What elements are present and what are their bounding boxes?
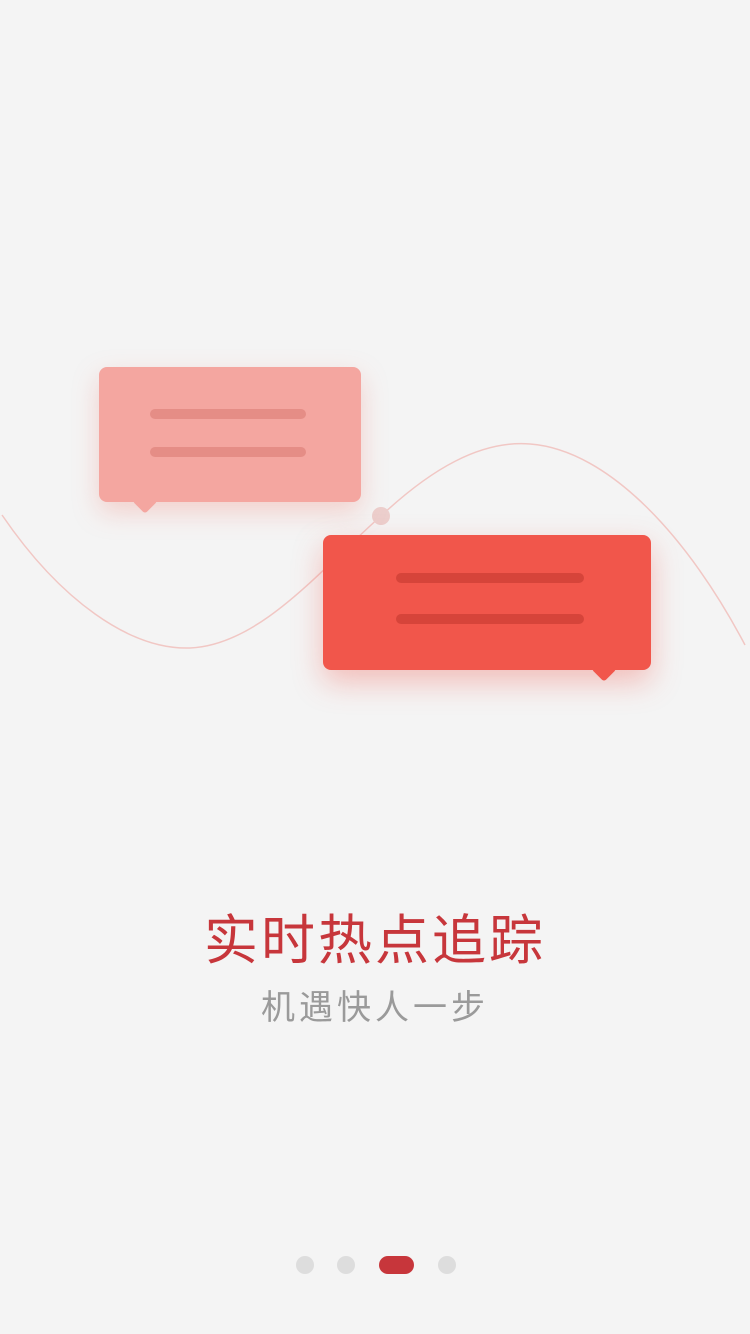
chat-bubble-dark	[323, 535, 651, 682]
chat-bubble-light	[99, 367, 361, 514]
onboarding-screen: 实时热点追踪 机遇快人一步	[0, 0, 750, 1334]
page-indicator	[0, 1256, 750, 1274]
text-line-placeholder	[396, 614, 584, 624]
onboarding-title: 实时热点追踪	[204, 909, 546, 972]
page-dot-2[interactable]	[337, 1256, 355, 1274]
page-dot-3-active[interactable]	[379, 1256, 414, 1274]
wave-point	[372, 507, 390, 525]
text-line-placeholder	[150, 447, 306, 457]
text-line-placeholder	[396, 573, 584, 583]
onboarding-subtitle: 机遇快人一步	[261, 988, 489, 1028]
text-line-placeholder	[150, 409, 306, 419]
chat-bubbles-illustration	[0, 0, 750, 800]
page-dot-4[interactable]	[438, 1256, 456, 1274]
page-dot-1[interactable]	[296, 1256, 314, 1274]
